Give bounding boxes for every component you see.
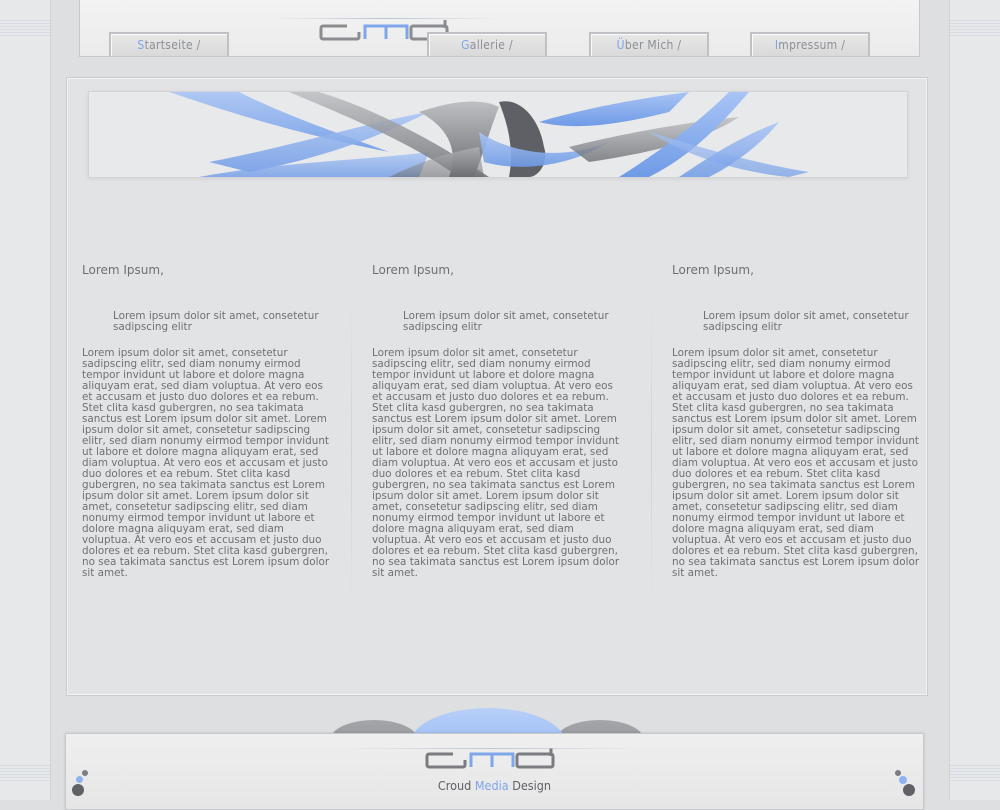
content-column-1: Lorem Ipsum, Lorem ipsum dolor sit amet,…: [82, 263, 332, 579]
column-divider: [351, 293, 352, 613]
nav-impressum-button[interactable]: Impressum /: [750, 32, 870, 56]
footer-panel: Croud Media Design: [65, 733, 924, 810]
footer-tagline-part: Croud: [437, 778, 475, 793]
column-subtitle: Lorem ipsum dolor sit amet, consetetur s…: [113, 310, 319, 333]
nav-label: mpressum /: [778, 38, 846, 52]
right-side-stripe: [949, 0, 1000, 800]
column-body-text: Lorem ipsum dolor sit amet, consetetur s…: [672, 347, 920, 579]
nav-startseite-button[interactable]: Startseite /: [109, 32, 229, 56]
nav-label: allerie /: [469, 38, 513, 52]
abstract-3d-banner-art: [169, 92, 809, 177]
nav-label-initial: G: [461, 38, 470, 52]
nav-label: tartseite /: [144, 38, 201, 52]
header-nav-panel: Startseite / Gallerie / Über Mich / Impr…: [79, 0, 920, 57]
column-body-text: Lorem ipsum dolor sit amet, consetetur s…: [82, 347, 330, 579]
content-column-3: Lorem Ipsum, Lorem ipsum dolor sit amet,…: [672, 263, 922, 579]
nav-gallerie-button[interactable]: Gallerie /: [427, 32, 547, 56]
content-column-2: Lorem Ipsum, Lorem ipsum dolor sit amet,…: [372, 263, 622, 579]
cmd-logo-mark: [425, 748, 555, 769]
main-content-panel: Lorem Ipsum, Lorem ipsum dolor sit amet,…: [66, 77, 928, 696]
column-subtitle: Lorem ipsum dolor sit amet, consetetur s…: [403, 310, 609, 333]
column-heading: Lorem Ipsum,: [672, 263, 754, 277]
header-banner-image: [88, 91, 908, 178]
column-heading: Lorem Ipsum,: [82, 263, 164, 277]
footer-tagline: Croud Media Design: [66, 778, 923, 793]
footer-cmd-logo[interactable]: [341, 748, 641, 774]
nav-label-initial: Ü: [616, 38, 625, 52]
nav-label-initial: S: [137, 38, 145, 52]
left-side-stripe: [0, 0, 51, 800]
column-heading: Lorem Ipsum,: [372, 263, 454, 277]
nav-ueber-mich-button[interactable]: Über Mich /: [589, 32, 709, 56]
column-body-text: Lorem ipsum dolor sit amet, consetetur s…: [372, 347, 620, 579]
footer-tagline-accent: Media: [474, 778, 509, 793]
nav-label: ber Mich /: [624, 38, 682, 52]
column-subtitle: Lorem ipsum dolor sit amet, consetetur s…: [703, 310, 909, 333]
column-divider: [651, 293, 652, 613]
footer-tagline-part: Design: [508, 778, 552, 793]
